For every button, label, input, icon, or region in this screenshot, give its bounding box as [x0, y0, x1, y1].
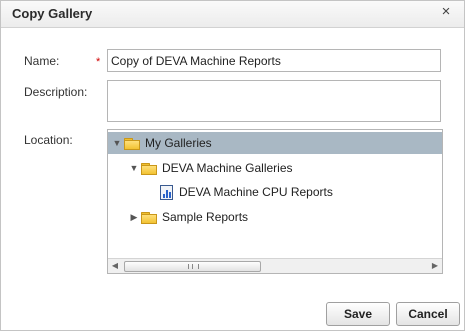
location-tree[interactable]: ▼ My Galleries ▼ DEVA Machine Galleries …	[107, 129, 443, 274]
tree-node-my-galleries[interactable]: ▼ My Galleries	[108, 132, 442, 154]
name-field[interactable]	[107, 49, 441, 72]
name-label: Name:	[24, 54, 60, 68]
report-icon	[160, 185, 173, 200]
expanded-arrow-icon[interactable]: ▼	[112, 132, 122, 154]
scrollbar-thumb[interactable]	[124, 261, 261, 272]
grip-icon	[188, 264, 199, 269]
folder-icon	[141, 212, 157, 224]
collapsed-arrow-icon[interactable]: ▶	[129, 206, 139, 228]
tree-node-label: Sample Reports	[162, 210, 249, 224]
tree-node-deva-machine-galleries[interactable]: ▼ DEVA Machine Galleries	[108, 157, 442, 179]
tree-node-label: DEVA Machine CPU Reports	[179, 185, 333, 199]
scroll-left-icon[interactable]: ◀	[108, 259, 122, 273]
tree-node-label: DEVA Machine Galleries	[162, 161, 293, 175]
dialog-title: Copy Gallery	[12, 6, 93, 21]
tree-node-deva-machine-cpu-reports[interactable]: DEVA Machine CPU Reports	[108, 181, 442, 203]
description-label: Description:	[24, 85, 88, 99]
required-marker: *	[96, 56, 101, 68]
dialog-titlebar[interactable]: Copy Gallery ×	[1, 1, 464, 28]
folder-icon	[141, 163, 157, 175]
save-button[interactable]: Save	[326, 302, 390, 326]
description-field[interactable]	[107, 80, 441, 122]
tree-node-label: My Galleries	[145, 136, 212, 150]
location-label: Location:	[24, 133, 73, 147]
scroll-right-icon[interactable]: ▶	[428, 259, 442, 273]
cancel-button[interactable]: Cancel	[396, 302, 460, 326]
expanded-arrow-icon[interactable]: ▼	[129, 157, 139, 179]
tree-node-sample-reports[interactable]: ▶ Sample Reports	[108, 206, 442, 228]
copy-gallery-dialog: Copy Gallery × Name: * Description: Loca…	[0, 0, 465, 331]
close-icon[interactable]: ×	[438, 4, 454, 20]
folder-icon	[124, 138, 140, 150]
horizontal-scrollbar[interactable]: ◀ ▶	[108, 258, 442, 273]
